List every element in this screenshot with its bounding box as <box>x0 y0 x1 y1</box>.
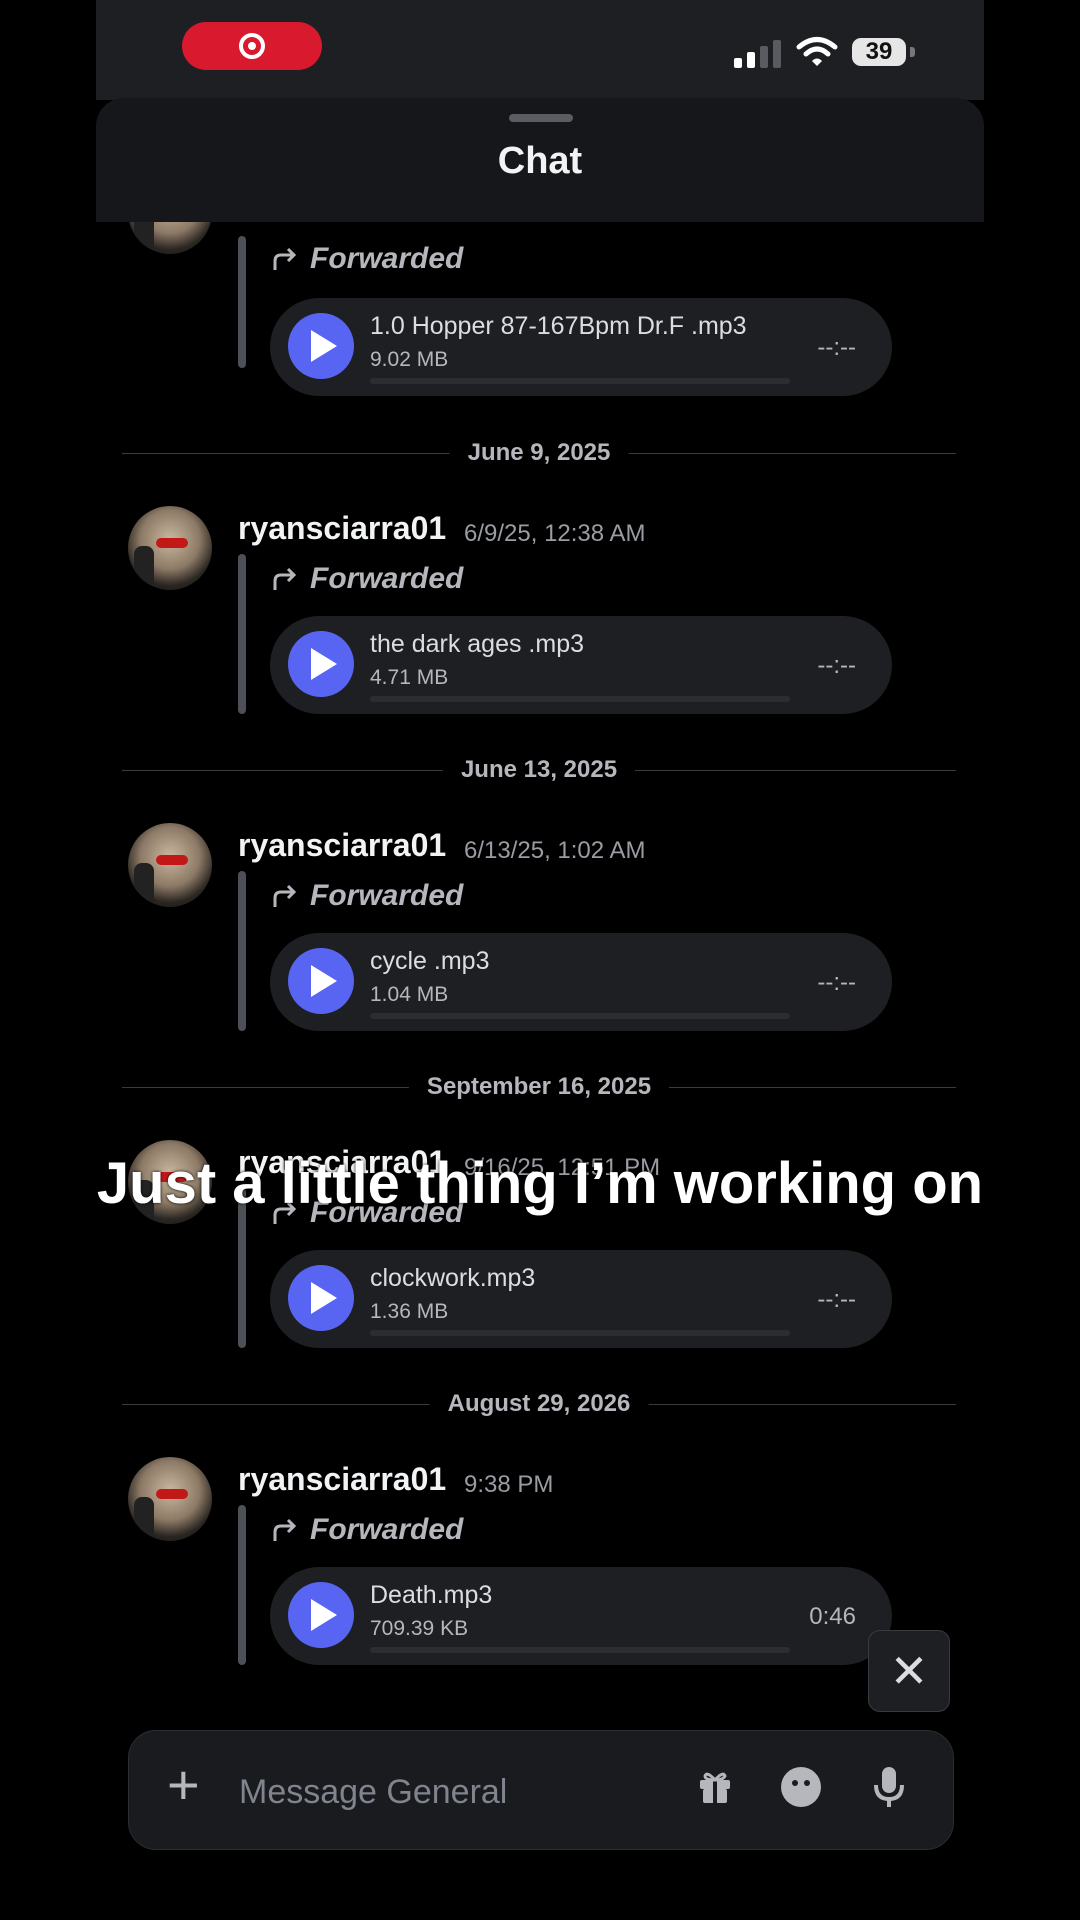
page-title: Chat <box>497 140 583 182</box>
forward-quote-bar <box>238 236 246 368</box>
message-item: ryansciarra01 6/13/25, 1:02 AM Forwarded… <box>96 823 984 1063</box>
audio-progress-bar[interactable] <box>370 696 790 702</box>
emoji-icon[interactable] <box>781 1767 821 1807</box>
forward-arrow-icon <box>273 247 297 270</box>
audio-attachment: the dark ages .mp3 4.71 MB --:-- <box>270 616 892 714</box>
forward-arrow-icon <box>273 1518 297 1541</box>
forward-arrow-icon <box>273 884 297 907</box>
date-divider: June 13, 2025 <box>122 756 956 786</box>
play-button[interactable] <box>288 948 354 1014</box>
battery-tip <box>910 47 915 57</box>
date-divider: June 9, 2025 <box>122 439 956 469</box>
file-name[interactable]: the dark ages .mp3 <box>370 630 584 659</box>
gift-icon[interactable] <box>697 1769 733 1805</box>
message-item: ryansciarra01 9:38 PM Forwarded Death.mp… <box>96 1457 984 1697</box>
avatar[interactable] <box>128 506 212 590</box>
message-author[interactable]: ryansciarra01 <box>238 827 446 864</box>
status-bar: 39 <box>96 0 984 100</box>
cellular-signal-icon <box>734 40 781 68</box>
audio-duration: 0:46 <box>809 1603 856 1630</box>
sheet-grabber[interactable] <box>509 114 573 122</box>
file-name[interactable]: cycle .mp3 <box>370 947 489 976</box>
audio-progress-bar[interactable] <box>370 1330 790 1336</box>
audio-progress-bar[interactable] <box>370 378 790 384</box>
add-attachment-button[interactable]: + <box>167 1755 200 1815</box>
file-size: 1.36 MB <box>370 1300 449 1323</box>
forward-quote-bar <box>238 554 246 714</box>
chat-app: ryansciarra01 Forwarded 1.0 Hopper 87-16… <box>96 0 984 1920</box>
message-timestamp: 6/13/25, 1:02 AM <box>464 837 646 864</box>
audio-duration: --:-- <box>817 1286 856 1313</box>
date-divider: September 16, 2025 <box>122 1073 956 1103</box>
forward-quote-bar <box>238 1505 246 1665</box>
audio-duration: --:-- <box>817 652 856 679</box>
battery-icon: 39 <box>852 38 906 66</box>
date-divider: August 29, 2026 <box>122 1390 956 1420</box>
file-name[interactable]: Death.mp3 <box>370 1581 492 1610</box>
audio-attachment: 1.0 Hopper 87-167Bpm Dr.F .mp3 9.02 MB -… <box>270 298 892 396</box>
audio-attachment: cycle .mp3 1.04 MB --:-- <box>270 933 892 1031</box>
record-icon <box>239 33 265 59</box>
audio-duration: --:-- <box>817 334 856 361</box>
audio-duration: --:-- <box>817 969 856 996</box>
play-button[interactable] <box>288 631 354 697</box>
forwarded-label: Forwarded <box>272 562 463 596</box>
message-composer: + <box>128 1730 954 1850</box>
message-timestamp: 6/9/25, 12:38 AM <box>464 520 646 547</box>
play-button[interactable] <box>288 1265 354 1331</box>
message-timestamp: 9:38 PM <box>464 1471 554 1498</box>
play-button[interactable] <box>288 1582 354 1648</box>
forwarded-label: Forwarded <box>272 1513 463 1547</box>
forward-arrow-icon <box>273 567 297 590</box>
audio-attachment: clockwork.mp3 1.36 MB --:-- <box>270 1250 892 1348</box>
video-caption: Just a little thing I’m working on <box>96 1151 984 1216</box>
message-list[interactable]: ryansciarra01 Forwarded 1.0 Hopper 87-16… <box>96 0 984 1920</box>
message-author[interactable]: ryansciarra01 <box>238 510 446 547</box>
forward-quote-bar <box>238 871 246 1031</box>
forwarded-label: Forwarded <box>272 879 463 913</box>
close-button[interactable]: ✕ <box>868 1630 950 1712</box>
avatar[interactable] <box>128 1457 212 1541</box>
avatar[interactable] <box>128 823 212 907</box>
audio-progress-bar[interactable] <box>370 1647 790 1653</box>
audio-progress-bar[interactable] <box>370 1013 790 1019</box>
file-size: 9.02 MB <box>370 348 449 371</box>
file-name[interactable]: clockwork.mp3 <box>370 1264 535 1293</box>
close-icon: ✕ <box>889 1645 929 1697</box>
wifi-icon <box>796 37 838 66</box>
file-name[interactable]: 1.0 Hopper 87-167Bpm Dr.F .mp3 <box>370 312 747 341</box>
file-size: 1.04 MB <box>370 983 449 1006</box>
message-input[interactable] <box>237 1769 641 1815</box>
file-size: 709.39 KB <box>370 1617 469 1640</box>
sheet-header: Chat <box>96 98 984 222</box>
screen-recording-indicator[interactable] <box>182 22 322 70</box>
audio-attachment: Death.mp3 709.39 KB 0:46 <box>270 1567 892 1665</box>
forwarded-label: Forwarded <box>272 242 463 276</box>
message-author[interactable]: ryansciarra01 <box>238 1461 446 1498</box>
file-size: 4.71 MB <box>370 666 449 689</box>
play-button[interactable] <box>288 313 354 379</box>
microphone-icon[interactable] <box>871 1765 907 1811</box>
message-item: ryansciarra01 6/9/25, 12:38 AM Forwarded… <box>96 506 984 746</box>
